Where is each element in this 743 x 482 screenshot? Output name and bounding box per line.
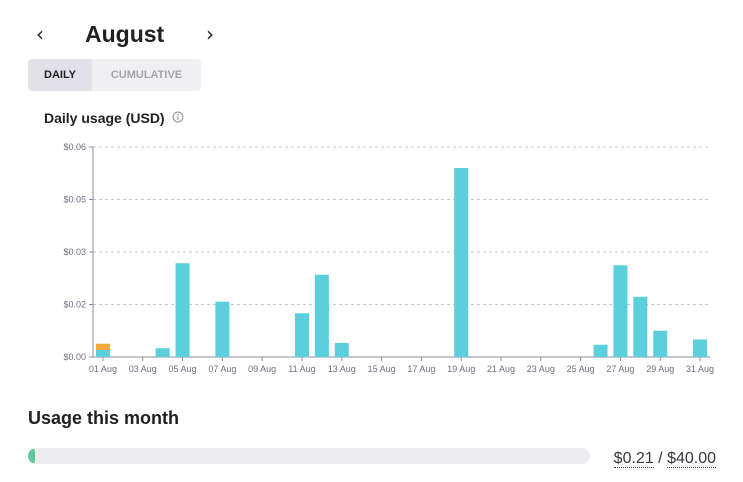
x-tick-label: 03 Aug xyxy=(129,364,157,374)
bar xyxy=(95,343,110,350)
bar xyxy=(314,274,329,357)
usage-title: Usage this month xyxy=(28,408,180,428)
y-tick-label: $0.03 xyxy=(63,247,86,257)
x-tick-label: 25 Aug xyxy=(567,364,595,374)
x-tick-label: 05 Aug xyxy=(169,364,197,374)
x-tick-label: 07 Aug xyxy=(208,364,236,374)
usage-limit[interactable]: $40.00 xyxy=(667,450,716,468)
bar xyxy=(454,168,469,357)
x-tick-label: 23 Aug xyxy=(527,364,555,374)
x-tick-label: 01 Aug xyxy=(89,364,117,374)
usage-used[interactable]: $0.21 xyxy=(613,450,654,468)
x-tick-label: 29 Aug xyxy=(646,364,674,374)
bar xyxy=(633,296,648,357)
x-tick-label: 21 Aug xyxy=(487,364,515,374)
usage-progress-bar xyxy=(28,448,590,464)
x-tick-label: 13 Aug xyxy=(328,364,356,374)
bar xyxy=(334,343,349,357)
x-tick-label: 11 Aug xyxy=(288,364,315,374)
bar xyxy=(215,301,230,357)
y-tick-label: $0.00 xyxy=(63,352,86,362)
bar xyxy=(653,330,668,357)
x-tick-label: 27 Aug xyxy=(606,364,634,374)
usage-progress-fill xyxy=(28,448,35,464)
y-tick-label: $0.05 xyxy=(63,195,86,205)
x-tick-label: 09 Aug xyxy=(248,364,276,374)
y-tick-label: $0.02 xyxy=(63,300,86,310)
bar xyxy=(693,339,708,357)
x-tick-label: 17 Aug xyxy=(407,364,435,374)
usage-separator: / xyxy=(653,450,668,467)
bar xyxy=(155,348,170,357)
bar xyxy=(294,313,309,357)
bar xyxy=(175,263,190,357)
usage-amount: $0.21 / $40.00 xyxy=(613,449,716,469)
x-tick-label: 19 Aug xyxy=(447,364,475,374)
y-tick-label: $0.06 xyxy=(63,142,86,152)
daily-usage-chart: $0.00 $0.02 $0.03 $0.05 $0.06 01 Aug 03 Aug 05 … xyxy=(63,142,714,374)
bar xyxy=(95,350,110,357)
bar xyxy=(593,344,608,357)
x-tick-label: 15 Aug xyxy=(368,364,396,374)
x-tick-label: 31 Aug xyxy=(686,364,714,374)
bar xyxy=(613,265,628,357)
